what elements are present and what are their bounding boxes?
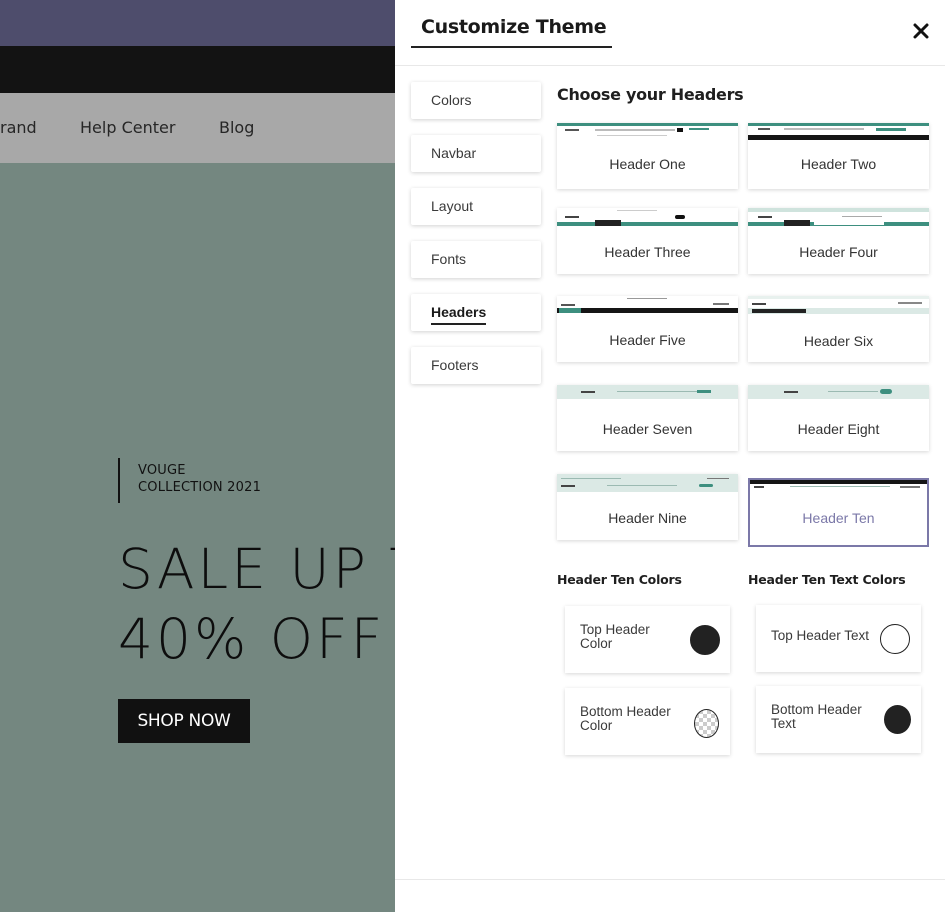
menu-item-footers[interactable]: Footers bbox=[411, 347, 541, 384]
color-label: Bottom Header Color bbox=[580, 704, 671, 733]
menu-item-label: Fonts bbox=[431, 251, 467, 267]
header-card-label: Header Three bbox=[604, 244, 691, 260]
hero-title: SALE UP T 40% OFF bbox=[118, 534, 426, 674]
hero-title-line-2: 40% OFF bbox=[118, 607, 386, 671]
header-card-eight[interactable]: Header Eight bbox=[748, 385, 929, 451]
header-seven-thumbnail bbox=[557, 385, 738, 403]
header-colors-title: Header Ten Colors bbox=[557, 572, 682, 587]
menu-item-label: Footers bbox=[431, 357, 479, 373]
menu-item-fonts[interactable]: Fonts bbox=[411, 241, 541, 278]
header-nine-thumbnail bbox=[557, 474, 738, 492]
color-swatch[interactable] bbox=[880, 624, 910, 654]
header-card-ten[interactable]: Header Ten bbox=[748, 478, 929, 547]
hero-tag-line-2: COLLECTION 2021 bbox=[138, 480, 262, 495]
color-label: Bottom Header Text bbox=[771, 702, 862, 731]
nav-link-help-center[interactable]: Help Center bbox=[80, 118, 175, 137]
panel-footer-divider bbox=[395, 879, 945, 880]
menu-item-layout[interactable]: Layout bbox=[411, 188, 541, 225]
menu-item-label: Headers bbox=[431, 304, 487, 325]
menu-item-label: Layout bbox=[431, 198, 474, 214]
hero-title-line-1: SALE UP T bbox=[118, 537, 426, 601]
header-card-nine[interactable]: Header Nine bbox=[557, 474, 738, 540]
menu-item-label: Colors bbox=[431, 92, 472, 108]
header-eight-thumbnail bbox=[748, 385, 929, 403]
header-text-colors-title: Header Ten Text Colors bbox=[748, 572, 906, 587]
header-card-two[interactable]: Header Two bbox=[748, 123, 929, 189]
header-two-thumbnail bbox=[748, 123, 929, 141]
header-card-three[interactable]: Header Three bbox=[557, 208, 738, 274]
color-swatch[interactable] bbox=[694, 709, 719, 738]
bottom-header-color-picker[interactable]: Bottom Header Color bbox=[565, 688, 730, 755]
header-card-label: Header Seven bbox=[602, 421, 693, 437]
header-three-thumbnail bbox=[557, 208, 738, 226]
customize-theme-panel: Customize Theme Colors Navbar Layout Fon… bbox=[395, 0, 945, 912]
nav-link-blog[interactable]: Blog bbox=[219, 118, 254, 137]
close-icon[interactable] bbox=[910, 20, 932, 42]
header-card-four[interactable]: Header Four bbox=[748, 208, 929, 274]
panel-title: Customize Theme bbox=[411, 16, 612, 48]
hero-tag: VOUGE COLLECTION 2021 bbox=[118, 458, 261, 503]
color-label: Top Header Color bbox=[580, 622, 650, 651]
header-card-five[interactable]: Header Five bbox=[557, 296, 738, 362]
header-card-six[interactable]: Header Six bbox=[748, 296, 929, 362]
header-card-label: Header Four bbox=[799, 244, 878, 260]
shop-now-button[interactable]: SHOP NOW bbox=[118, 699, 250, 743]
header-five-thumbnail bbox=[557, 296, 738, 314]
color-label: Top Header Text bbox=[771, 628, 870, 643]
bottom-header-text-color-picker[interactable]: Bottom Header Text bbox=[756, 686, 921, 753]
header-ten-thumbnail bbox=[750, 480, 927, 492]
menu-item-colors[interactable]: Colors bbox=[411, 82, 541, 119]
panel-header: Customize Theme bbox=[395, 0, 945, 66]
header-card-label: Header Ten bbox=[802, 510, 875, 526]
header-one-thumbnail bbox=[557, 123, 738, 141]
header-card-seven[interactable]: Header Seven bbox=[557, 385, 738, 451]
header-six-thumbnail bbox=[748, 296, 929, 314]
menu-item-label: Navbar bbox=[431, 145, 477, 161]
menu-item-headers[interactable]: Headers bbox=[411, 294, 541, 331]
section-title: Choose your Headers bbox=[557, 85, 744, 104]
header-four-thumbnail bbox=[748, 208, 929, 226]
color-swatch[interactable] bbox=[884, 705, 911, 734]
top-header-text-color-picker[interactable]: Top Header Text bbox=[756, 605, 921, 672]
header-card-label: Header Five bbox=[609, 332, 686, 348]
header-card-label: Header Six bbox=[803, 333, 874, 349]
menu-item-navbar[interactable]: Navbar bbox=[411, 135, 541, 172]
header-card-label: Header Nine bbox=[608, 510, 687, 526]
header-card-label: Header Eight bbox=[797, 421, 880, 437]
header-card-label: Header One bbox=[609, 156, 686, 172]
header-card-one[interactable]: Header One bbox=[557, 123, 738, 189]
nav-link-brand[interactable]: rand bbox=[0, 118, 37, 137]
header-card-label: Header Two bbox=[800, 156, 877, 172]
color-swatch[interactable] bbox=[690, 625, 720, 655]
hero-tag-line-1: VOUGE bbox=[138, 463, 186, 478]
top-header-color-picker[interactable]: Top Header Color bbox=[565, 606, 730, 673]
